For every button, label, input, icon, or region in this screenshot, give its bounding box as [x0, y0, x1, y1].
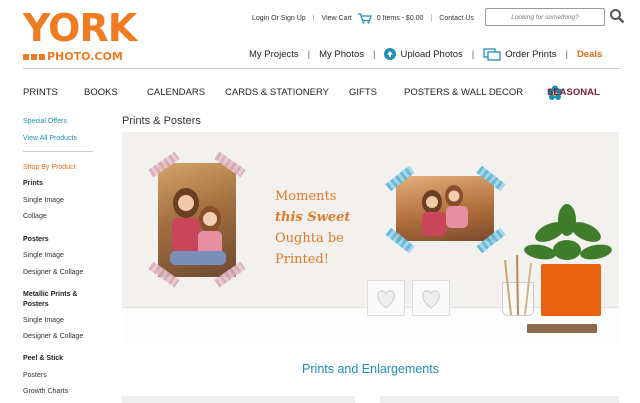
sidebar-item-peel-posters[interactable]: Posters	[23, 372, 47, 380]
account-nav: My Projects | My Photos | Upload Photos …	[249, 44, 621, 64]
orange-planter-decor	[541, 264, 601, 316]
sidebar-item-peel-stick[interactable]: Peel & Stick	[23, 355, 63, 363]
view-cart-link[interactable]: View Cart	[322, 15, 352, 22]
nav-cards-stationery[interactable]: CARDS & STATIONERY	[225, 87, 329, 98]
logo-wordmark: YORK	[23, 6, 137, 50]
search-input[interactable]	[485, 8, 605, 26]
separator: |	[565, 48, 568, 60]
hero-photo-landscape	[396, 176, 494, 241]
main-nav: PRINTS BOOKS CALENDARS CARDS & STATIONER…	[23, 85, 620, 101]
hero-tagline-line3: Oughta be	[275, 231, 344, 246]
brush-cup-decor	[502, 255, 534, 316]
cart-icon[interactable]	[357, 12, 372, 24]
nav-prints[interactable]: PRINTS	[23, 87, 58, 98]
sidebar-item-metallic-single[interactable]: Single Image	[23, 317, 64, 325]
heart-cube-decor	[367, 280, 405, 316]
order-prints-link[interactable]: Order Prints	[483, 47, 557, 61]
utility-bar: Login Or Sign Up | View Cart 0 Items - $…	[252, 11, 474, 25]
sidebar-item-prints-collage[interactable]: Collage	[23, 213, 47, 221]
hero-tagline-line2: this Sweet	[275, 210, 351, 225]
upload-photos-label: Upload Photos	[400, 48, 463, 60]
separator: |	[372, 48, 376, 60]
logo-subtitle-text: PHOTO.COM	[47, 50, 123, 63]
separator: |	[471, 48, 475, 60]
sidebar-item-metallic-designer[interactable]: Designer & Collage	[23, 333, 83, 341]
hero-tagline-line1: Moments	[275, 189, 337, 204]
product-card[interactable]	[122, 396, 355, 403]
sidebar-item-prints[interactable]: Prints	[23, 180, 43, 188]
nav-books[interactable]: BOOKS	[84, 87, 118, 98]
header-divider	[23, 68, 620, 69]
hero-photo-portrait	[158, 163, 236, 277]
yorkphoto-logo[interactable]: YORK PHOTO.COM	[23, 6, 137, 68]
sidebar-item-growth-charts[interactable]: Growth Charts	[23, 388, 68, 396]
order-prints-label: Order Prints	[505, 48, 557, 60]
hero-tagline: Moments this Sweet Oughta be Printed!	[275, 186, 350, 270]
sidebar-item-posters-designer[interactable]: Designer & Collage	[23, 269, 83, 277]
sidebar-view-all-products[interactable]: View All Products	[23, 135, 77, 143]
contact-link[interactable]: Contact Us	[439, 15, 474, 22]
sidebar-item-prints-single[interactable]: Single Image	[23, 197, 64, 205]
sidebar-special-offers[interactable]: Special Offers	[23, 118, 67, 126]
my-photos-link[interactable]: My Photos	[319, 49, 364, 60]
heart-cube-decor	[412, 280, 450, 316]
sidebar-item-metallic[interactable]: Metallic Prints &	[23, 291, 77, 299]
nav-seasonal[interactable]: SEASONAL	[547, 85, 600, 101]
nav-gifts[interactable]: GIFTS	[349, 87, 377, 98]
product-card[interactable]	[380, 396, 619, 403]
family-photo-image	[422, 185, 468, 236]
separator: |	[307, 48, 311, 60]
family-photo-image	[170, 188, 226, 265]
nav-calendars[interactable]: CALENDARS	[147, 87, 205, 98]
separator: |	[312, 14, 315, 22]
page-title: Prints & Posters	[122, 115, 201, 127]
nav-seasonal-label: SEASONAL	[547, 87, 600, 98]
logo-blocks	[23, 53, 45, 60]
my-projects-link[interactable]: My Projects	[249, 49, 299, 60]
separator: |	[430, 14, 433, 22]
plant-decor	[524, 204, 612, 260]
upload-icon	[384, 48, 397, 60]
sidebar-divider	[23, 151, 93, 152]
sidebar-item-posters[interactable]: Posters	[23, 236, 49, 244]
nav-posters-wall-decor[interactable]: POSTERS & WALL DECOR	[404, 87, 523, 98]
section-title: Prints and Enlargements	[302, 362, 439, 376]
login-link[interactable]: Login Or Sign Up	[252, 15, 306, 22]
sidebar-item-metallic-line2[interactable]: Posters	[23, 301, 49, 309]
hero-banner[interactable]: Moments this Sweet Oughta be Printed!	[122, 132, 619, 344]
sidebar-shop-by-product: Shop By Product	[23, 164, 76, 171]
upload-photos-link[interactable]: Upload Photos	[384, 48, 463, 60]
deals-link[interactable]: Deals	[577, 49, 602, 60]
hero-tagline-line4: Printed!	[275, 252, 329, 267]
search-icon[interactable]	[609, 8, 625, 24]
order-prints-icon	[483, 47, 501, 61]
logo-subtitle: PHOTO.COM	[23, 50, 123, 63]
sidebar-item-posters-single[interactable]: Single Image	[23, 252, 64, 260]
notebook-decor	[527, 324, 597, 333]
cart-count: 0 Items - $0.00	[376, 14, 424, 22]
